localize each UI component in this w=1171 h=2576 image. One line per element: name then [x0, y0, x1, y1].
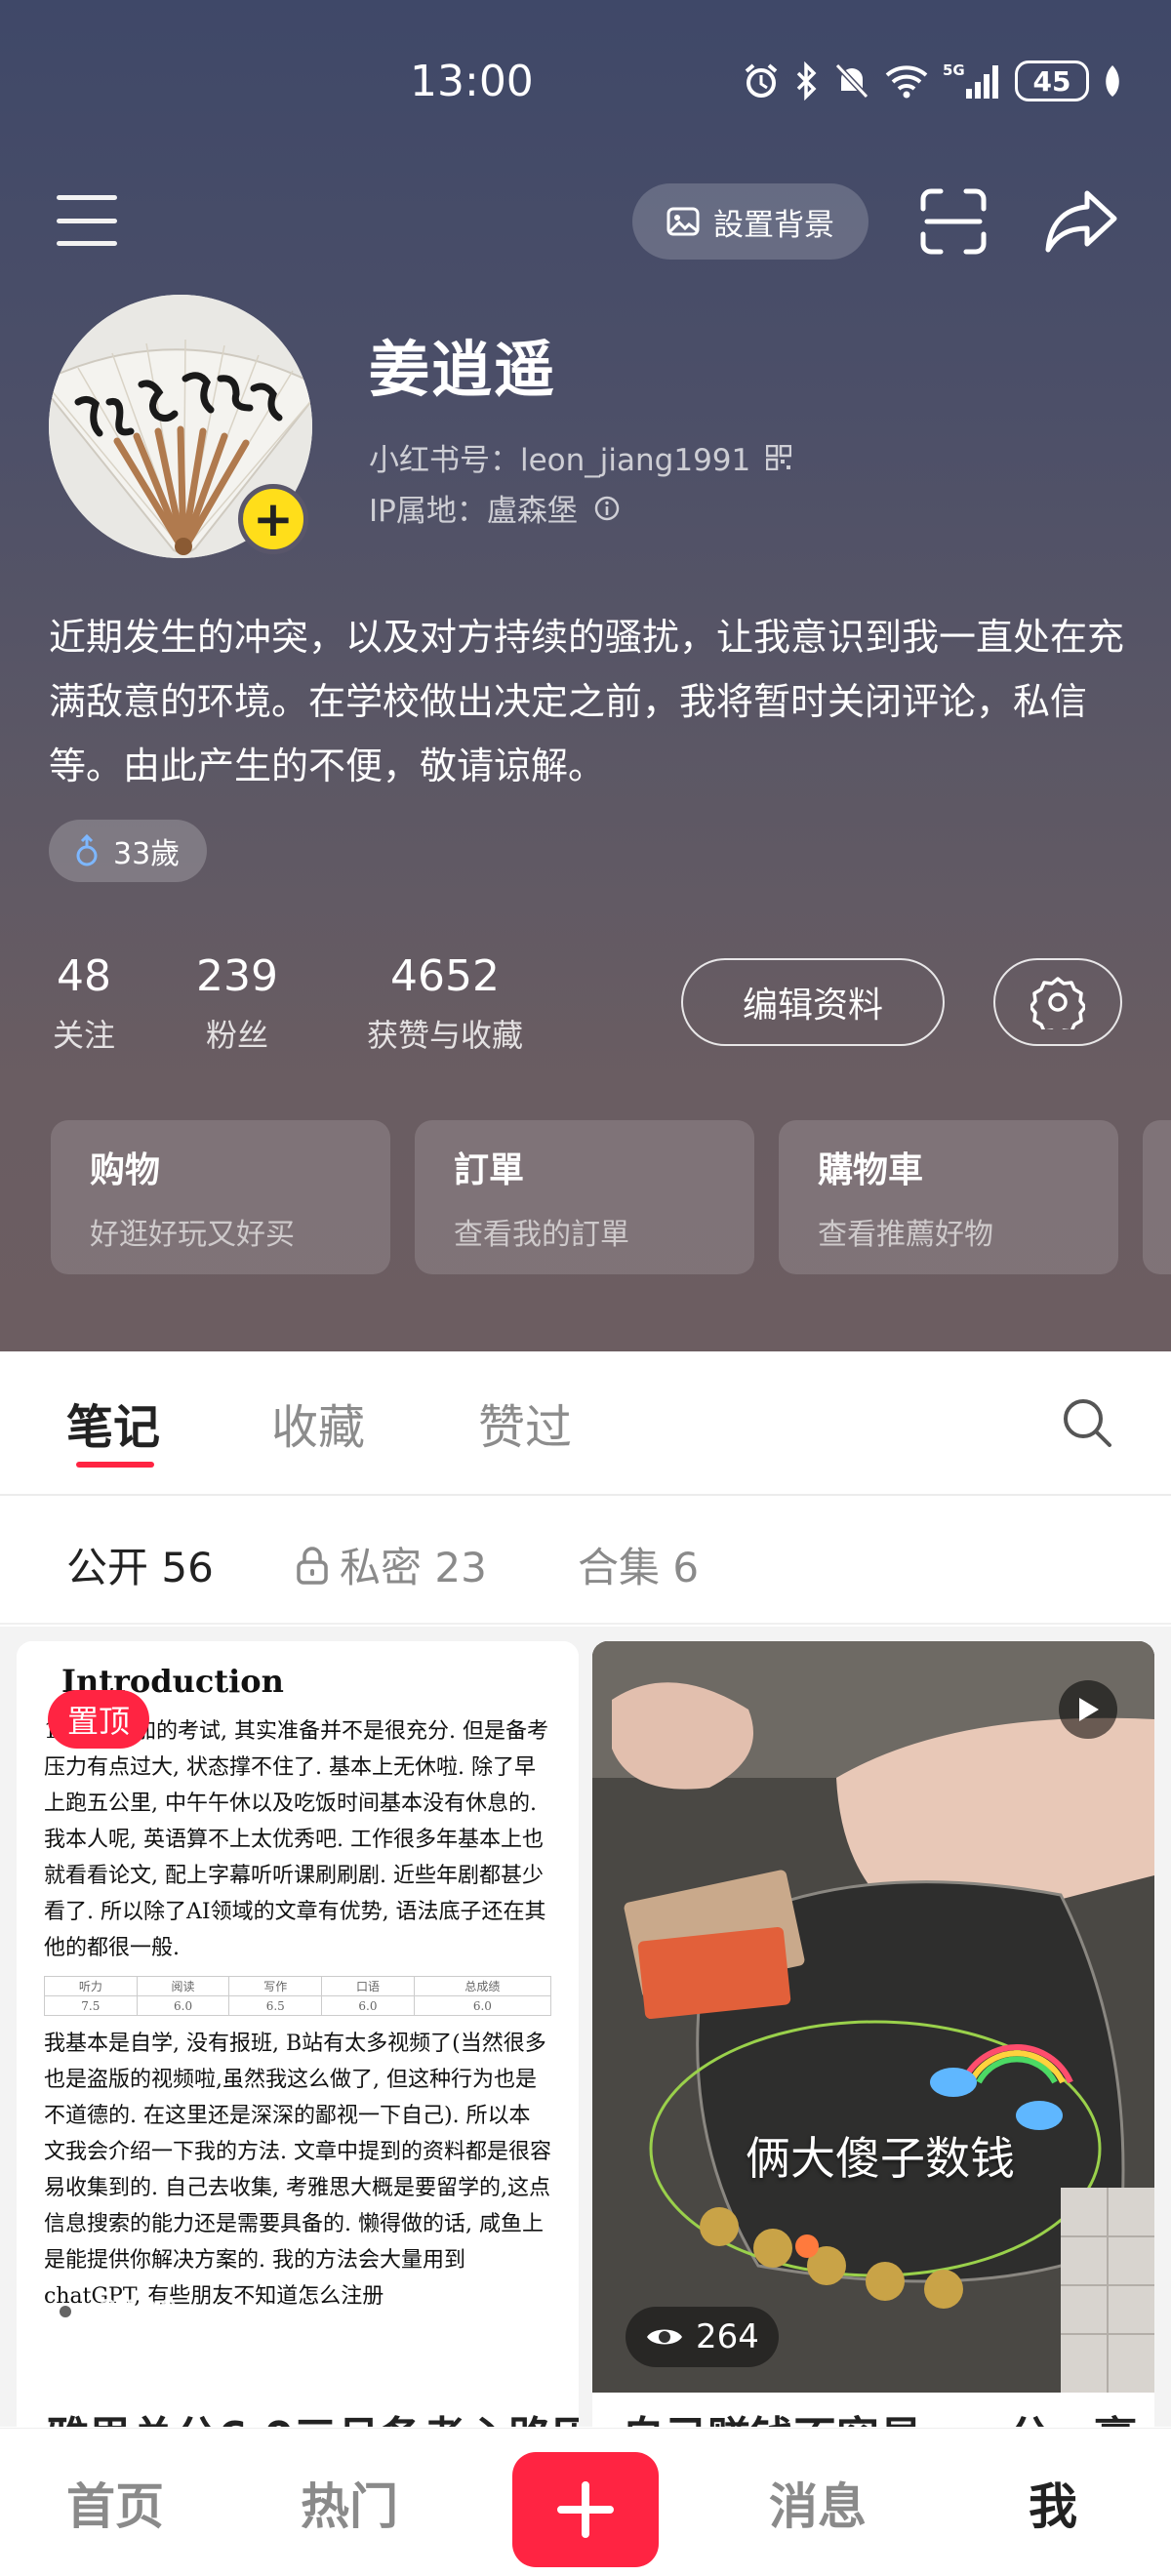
card-title: 购物 [90, 1150, 161, 1190]
notes-feed: Introduction 12.3号参加的考试, 其实准备并不是很充分. 但是备… [0, 1627, 1171, 2427]
set-background-label: 設置背景 [713, 207, 834, 243]
card-title: 訂單 [454, 1150, 525, 1190]
note-card[interactable]: 俩大傻子数钱 264 自己赚钱不容易，一分一毫 [592, 1641, 1154, 2427]
add-story-button[interactable]: + [238, 484, 308, 554]
scan-icon[interactable] [919, 187, 988, 256]
view-count: 264 [626, 2307, 779, 2367]
share-icon[interactable] [1044, 187, 1118, 256]
likes-count: 4652 [390, 951, 500, 1001]
leaf-charging-icon [1106, 65, 1119, 97]
followers-count: 239 [196, 951, 278, 1001]
eye-icon [48, 2304, 83, 2319]
settings-button[interactable] [993, 958, 1122, 1046]
stat-likes[interactable]: 4652 获赞与收藏 [355, 948, 535, 1056]
score-table: 听力 阅读 写作 口语 总成绩 7.5 6.0 6.5 6.0 6.0 [44, 1976, 552, 2016]
note-title: 雅思总分6.0三月备考心路历程 [46, 2402, 579, 2427]
gear-icon [1030, 977, 1085, 1029]
wifi-icon [885, 65, 928, 99]
card-partial[interactable] [1143, 1120, 1171, 1274]
edit-profile-button[interactable]: 编辑资料 [681, 958, 945, 1046]
tab-liked[interactable]: 赞过 [478, 1389, 572, 1457]
image-icon [666, 207, 700, 236]
network-type: 5G [943, 61, 965, 79]
subtab-public[interactable]: 公开 56 [66, 1535, 214, 1594]
battery-indicator: 45 [1015, 60, 1089, 101]
stat-following[interactable]: 48 关注 [49, 948, 119, 1056]
info-icon[interactable] [593, 495, 621, 522]
age-label: 33歲 [113, 837, 181, 871]
male-gender-icon [76, 834, 98, 866]
mute-bell-icon [834, 62, 869, 100]
menu-button[interactable] [57, 195, 117, 246]
ip-label: IP属地：盧森堡 [369, 494, 578, 529]
subtab-albums[interactable]: 合集 6 [578, 1535, 699, 1594]
subtab-public-label: 公开 56 [66, 1544, 214, 1591]
tab-notes[interactable]: 笔记 [66, 1389, 160, 1457]
likes-label: 获赞与收藏 [366, 1017, 523, 1054]
nav-me[interactable]: 我 [1029, 2468, 1077, 2538]
play-icon[interactable] [1059, 1680, 1117, 1739]
age-tag: 33歲 [49, 820, 208, 882]
ip-location-row: IP属地：盧森堡 [369, 486, 621, 530]
qr-code-icon[interactable] [766, 444, 792, 470]
video-overlay-text: 俩大傻子数钱 [746, 2132, 1015, 2185]
tab-collections[interactable]: 收藏 [271, 1389, 365, 1457]
card-shopping[interactable]: 购物 好逛好玩又好买 [51, 1120, 390, 1274]
note-cover-document: Introduction 12.3号参加的考试, 其实准备并不是很充分. 但是备… [17, 1641, 579, 2393]
nav-hot[interactable]: 热门 [301, 2468, 398, 2538]
bluetooth-icon [796, 61, 817, 101]
profile-bio: 近期发生的冲突，以及对方持续的骚扰，让我意识到我一直处在充满敌意的环境。在学校做… [49, 616, 1125, 787]
search-icon[interactable] [1060, 1395, 1114, 1450]
subtab-private-label: 私密 23 [340, 1544, 487, 1591]
card-cart[interactable]: 購物車 查看推薦好物 [779, 1120, 1118, 1274]
stat-followers[interactable]: 239 粉丝 [193, 948, 281, 1056]
doc-paragraph: 我基本是自学, 没有报班, B站有太多视频了(当然很多也是盗版的视频啦,虽然我这… [44, 2032, 551, 2309]
card-subtitle: 查看我的訂單 [454, 1218, 629, 1252]
card-subtitle: 查看推薦好物 [818, 1218, 993, 1252]
content-tabs: 笔记 收藏 赞过 [0, 1351, 1171, 1496]
publish-button[interactable] [512, 2452, 659, 2567]
card-title: 購物車 [818, 1150, 924, 1190]
active-tab-indicator [76, 1462, 154, 1468]
doc-paragraph: 我本人呢, 英语算不上太优秀吧. 工作很多年基本上也就看看论文, 配上字幕听听课… [44, 1828, 546, 1960]
video-thumbnail [592, 1641, 1154, 2393]
subtab-private[interactable]: 私密 23 [295, 1535, 487, 1594]
red-id-row: 小红书号：leon_jiang1991 [369, 435, 792, 479]
card-orders[interactable]: 訂單 查看我的訂單 [415, 1120, 754, 1274]
top-nav: 設置背景 [0, 176, 1171, 263]
followers-label: 粉丝 [205, 1017, 268, 1054]
status-time: 13:00 [410, 57, 534, 106]
alarm-icon [745, 63, 778, 98]
pinned-badge: 置顶 [48, 1690, 150, 1749]
eye-icon [647, 2329, 682, 2345]
note-filter-tabs: 公开 56 私密 23 合集 6 [0, 1498, 1171, 1625]
note-title: 自己赚钱不容易，一分一毫 [622, 2402, 1137, 2427]
status-bar: 13:00 5G 45 [0, 0, 1171, 176]
card-subtitle: 好逛好玩又好买 [90, 1218, 295, 1252]
lock-icon [297, 1546, 328, 1585]
red-id: 小红书号：leon_jiang1991 [369, 443, 751, 478]
view-count: 2490 [46, 2293, 178, 2330]
nav-messages[interactable]: 消息 [769, 2468, 867, 2538]
note-cover-video: 俩大傻子数钱 264 [592, 1641, 1154, 2393]
signal-icon: 5G [943, 61, 998, 99]
plus-icon [557, 2481, 614, 2538]
bottom-nav: 首页 热门 消息 我 [0, 2428, 1171, 2576]
set-background-button[interactable]: 設置背景 [632, 183, 868, 260]
service-cards: 购物 好逛好玩又好买 訂單 查看我的訂單 購物車 查看推薦好物 [51, 1120, 1171, 1274]
status-icons: 5G 45 [742, 60, 1122, 101]
view-count-value: 2490 [99, 2293, 179, 2330]
following-count: 48 [57, 951, 111, 1001]
profile-header: 13:00 5G 45 設置背景 + 姜逍遥 小红书号：leon_jiang19… [0, 0, 1171, 1351]
view-count-value: 264 [696, 2317, 759, 2356]
nav-home[interactable]: 首页 [66, 2468, 164, 2538]
subtab-albums-label: 合集 6 [578, 1544, 700, 1591]
following-label: 关注 [52, 1017, 115, 1054]
note-card[interactable]: Introduction 12.3号参加的考试, 其实准备并不是很充分. 但是备… [17, 1641, 579, 2427]
username: 姜逍遥 [369, 334, 557, 405]
